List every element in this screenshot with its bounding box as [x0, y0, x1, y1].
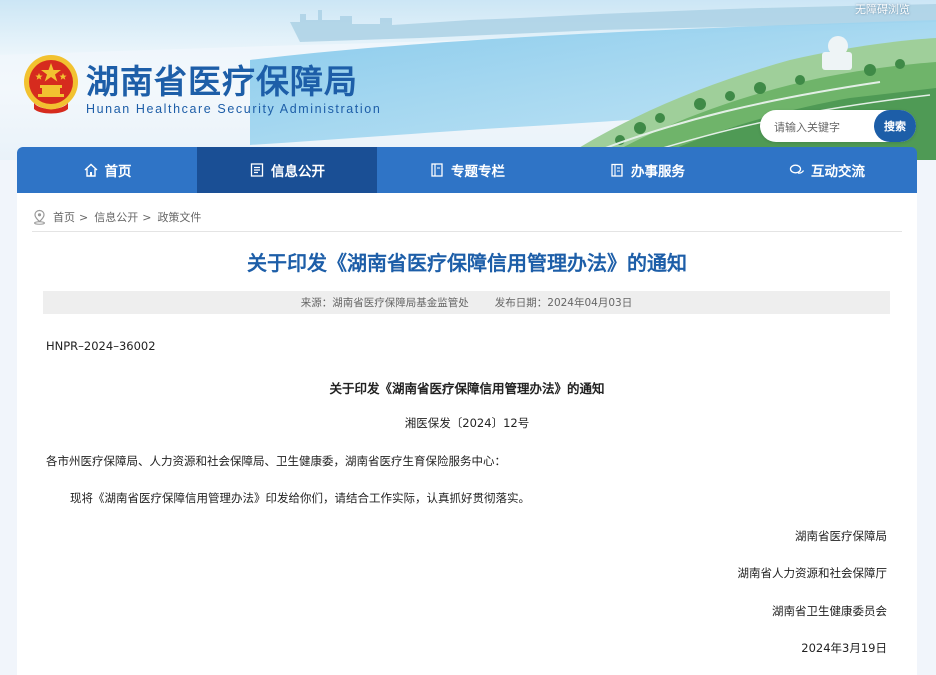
nav-item-home[interactable]: 首页	[17, 147, 197, 193]
document-list-icon	[250, 163, 264, 177]
breadcrumb: 首页 > 信息公开 > 政策文件	[32, 207, 201, 227]
nav-item-label: 互动交流	[811, 164, 865, 180]
nav-item-interaction[interactable]: 互动交流	[737, 147, 917, 193]
breadcrumb-separator: >	[79, 210, 89, 224]
nav-item-info-disclosure[interactable]: 信息公开	[197, 147, 377, 193]
header-banner: 无障碍浏览 湖南省医疗保障局 Hunan Healthcare Security…	[0, 0, 936, 160]
article-panel: 首页 > 信息公开 > 政策文件 关于印发《湖南省医疗保障信用管理办法》的通知 …	[17, 193, 917, 675]
site-title: 湖南省医疗保障局	[86, 62, 358, 101]
national-emblem-icon	[24, 55, 78, 114]
breadcrumb-separator: >	[142, 210, 152, 224]
article-source: 来源：湖南省医疗保障局基金监管处	[300, 297, 469, 309]
chat-bubbles-icon	[789, 164, 805, 174]
breadcrumb-home[interactable]: 首页	[53, 209, 75, 225]
article-meta: 来源：湖南省医疗保障局基金监管处 发布日期：2024年04月03日	[43, 291, 890, 314]
clipboard-icon	[611, 163, 623, 177]
search-input[interactable]	[772, 116, 876, 138]
document-number: HNPR–2024–36002	[46, 339, 156, 353]
article-publish-date: 发布日期：2024年04月03日	[494, 297, 633, 309]
signatory: 湖南省人力资源和社会保障厅	[737, 566, 888, 580]
breadcrumb-info-disclosure[interactable]: 信息公开	[94, 209, 138, 225]
search-bar: 搜索	[760, 110, 916, 142]
main-nav: 首页 信息公开 专题专栏 办事服务 互动交流	[17, 147, 917, 193]
breadcrumb-divider	[32, 231, 902, 232]
home-icon	[84, 163, 97, 177]
accessibility-link[interactable]: 无障碍浏览	[855, 1, 910, 17]
nav-item-services[interactable]: 办事服务	[557, 147, 737, 193]
nav-item-label: 专题专栏	[451, 164, 505, 180]
nav-item-label: 信息公开	[271, 164, 325, 180]
book-icon	[431, 163, 443, 177]
sign-date: 2024年3月19日	[801, 641, 887, 655]
signatory: 湖南省卫生健康委员会	[772, 604, 887, 618]
issue-number: 湘医保发〔2024〕12号	[404, 416, 530, 430]
article-title: 关于印发《湖南省医疗保障信用管理办法》的通知	[247, 251, 687, 275]
location-pin-icon	[34, 209, 45, 225]
search-button[interactable]: 搜索	[874, 110, 916, 142]
article-body: 现将《湖南省医疗保障信用管理办法》印发给你们，请结合工作实际，认真抓好贯彻落实。	[70, 491, 530, 505]
site-subtitle-english: Hunan Healthcare Security Administration	[86, 102, 382, 116]
nav-item-label: 首页	[104, 164, 132, 180]
nav-item-label: 办事服务	[631, 164, 685, 180]
recipients: 各市州医疗保障局、人力资源和社会保障局、卫生健康委，湖南省医疗生育保险服务中心：	[46, 454, 506, 468]
document-title: 关于印发《湖南省医疗保障信用管理办法》的通知	[329, 381, 605, 396]
signatory: 湖南省医疗保障局	[795, 529, 887, 543]
nav-item-special-topics[interactable]: 专题专栏	[377, 147, 557, 193]
breadcrumb-policy-documents[interactable]: 政策文件	[157, 209, 201, 225]
